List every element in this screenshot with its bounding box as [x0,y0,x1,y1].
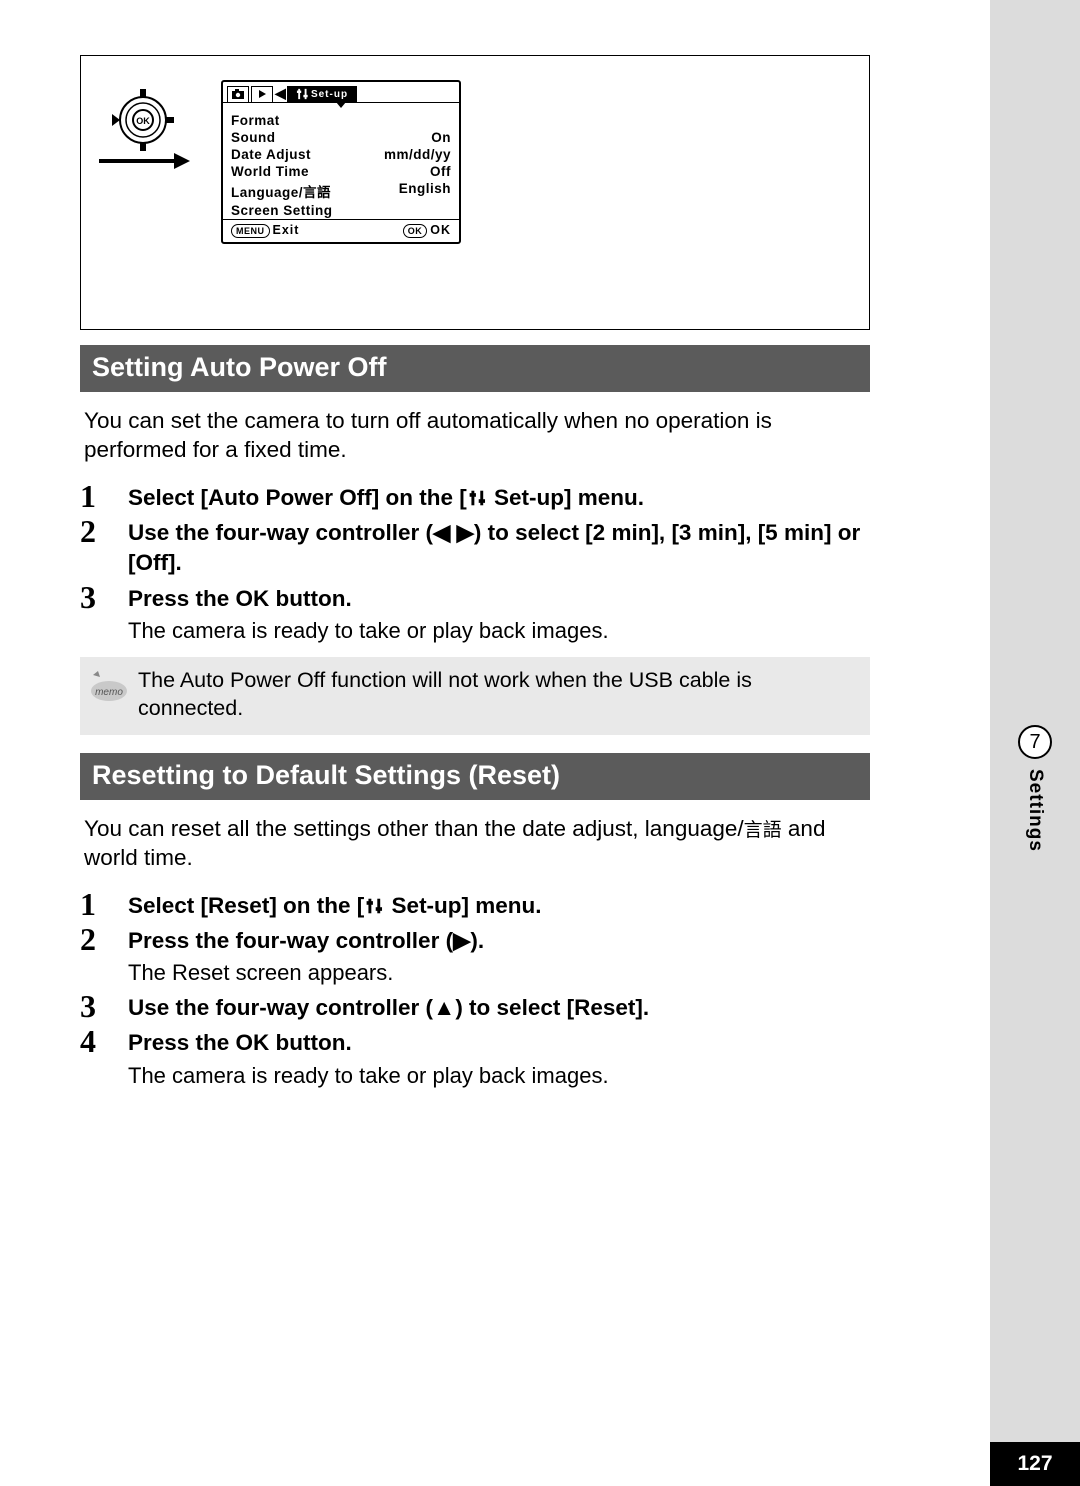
manual-page: OK ◀ [0,0,990,1486]
step-row: 1 Select [Reset] on the [ Set-up] menu. [80,887,870,922]
lcd-row: Date Adjustmm/dd/yy [231,146,451,163]
content-area: OK ◀ [80,55,870,1091]
svg-text:memo: memo [95,687,123,698]
step-subtext: The camera is ready to take or play back… [128,614,870,646]
step-text: Press the OK button. [128,1028,870,1058]
memo-icon: memo [80,667,138,703]
diagram-box: OK ◀ [80,55,870,330]
step-text: Select [Reset] on the [ Set-up] menu. [128,891,870,921]
step-row: 3 Use the four-way controller (▲) to sel… [80,989,870,1024]
step-row: 4 Press the OK button. The camera is rea… [80,1024,870,1091]
four-way-controller-icon: OK [111,88,175,152]
lcd-screen: ◀ Set-up Format SoundOn Date Adjustmm/dd… [221,80,461,244]
step-text: Select [Auto Power Off] on the [ Set-up]… [128,483,870,513]
section-heading-reset: Resetting to Default Settings (Reset) [80,753,870,800]
step-text: Press the four-way controller (▶). [128,926,870,956]
setup-icon [469,489,486,507]
lcd-row: Format [231,112,451,129]
lcd-tabs: ◀ Set-up [223,82,459,103]
svg-text:OK: OK [136,116,150,126]
step-number: 1 [80,480,128,512]
step-number: 1 [80,888,128,920]
step-number: 3 [80,581,128,613]
step-row: 3 Press the OK button. The camera is rea… [80,580,870,647]
camera-tab-icon [227,86,249,102]
lcd-row: Screen Setting [231,202,451,219]
setup-tab: Set-up [287,86,357,102]
menu-button-icon: MENU [231,224,270,238]
setup-tab-label: Set-up [311,89,348,100]
play-tab-icon [251,86,273,102]
section2-intro: You can reset all the settings other tha… [80,800,870,887]
step-text: Use the four-way controller (▲) to selec… [128,993,870,1023]
step-row: 2 Press the four-way controller (▶). The… [80,922,870,989]
setup-icon [366,897,383,915]
memo-note: memo The Auto Power Off function will no… [80,657,870,735]
chapter-tab: 7 Settings [990,725,1080,852]
chapter-label: Settings [1024,769,1046,852]
step-subtext: The camera is ready to take or play back… [128,1059,870,1091]
step-number: 2 [80,923,128,955]
lcd-footer: MENUExit OKOK [223,219,459,242]
step-text: Press the OK button. [128,584,870,614]
section1-steps: 1 Select [Auto Power Off] on the [ Set-u… [80,479,870,647]
lcd-menu: Format SoundOn Date Adjustmm/dd/yy World… [223,108,459,219]
chapter-number: 7 [1018,725,1052,759]
lcd-row: Language/言語English [231,180,451,202]
arrow-right-icon [99,154,194,168]
section2-steps: 1 Select [Reset] on the [ Set-up] menu. … [80,887,870,1092]
lcd-row: World TimeOff [231,163,451,180]
kanji-text: 言語 [744,820,782,841]
step-number: 4 [80,1025,128,1057]
section1-intro: You can set the camera to turn off autom… [80,392,870,479]
step-row: 1 Select [Auto Power Off] on the [ Set-u… [80,479,870,514]
step-subtext: The Reset screen appears. [128,956,870,988]
page-number: 127 [990,1442,1080,1486]
memo-text: The Auto Power Off function will not wor… [138,667,858,723]
tab-arrow-icon: ◀ [275,85,285,102]
step-row: 2 Use the four-way controller (◀ ▶) to s… [80,514,870,580]
section-heading-auto-power-off: Setting Auto Power Off [80,345,870,392]
step-number: 2 [80,515,128,547]
ok-button-icon: OK [403,224,428,238]
step-number: 3 [80,990,128,1022]
step-text: Use the four-way controller (◀ ▶) to sel… [128,518,870,579]
lcd-row: SoundOn [231,129,451,146]
